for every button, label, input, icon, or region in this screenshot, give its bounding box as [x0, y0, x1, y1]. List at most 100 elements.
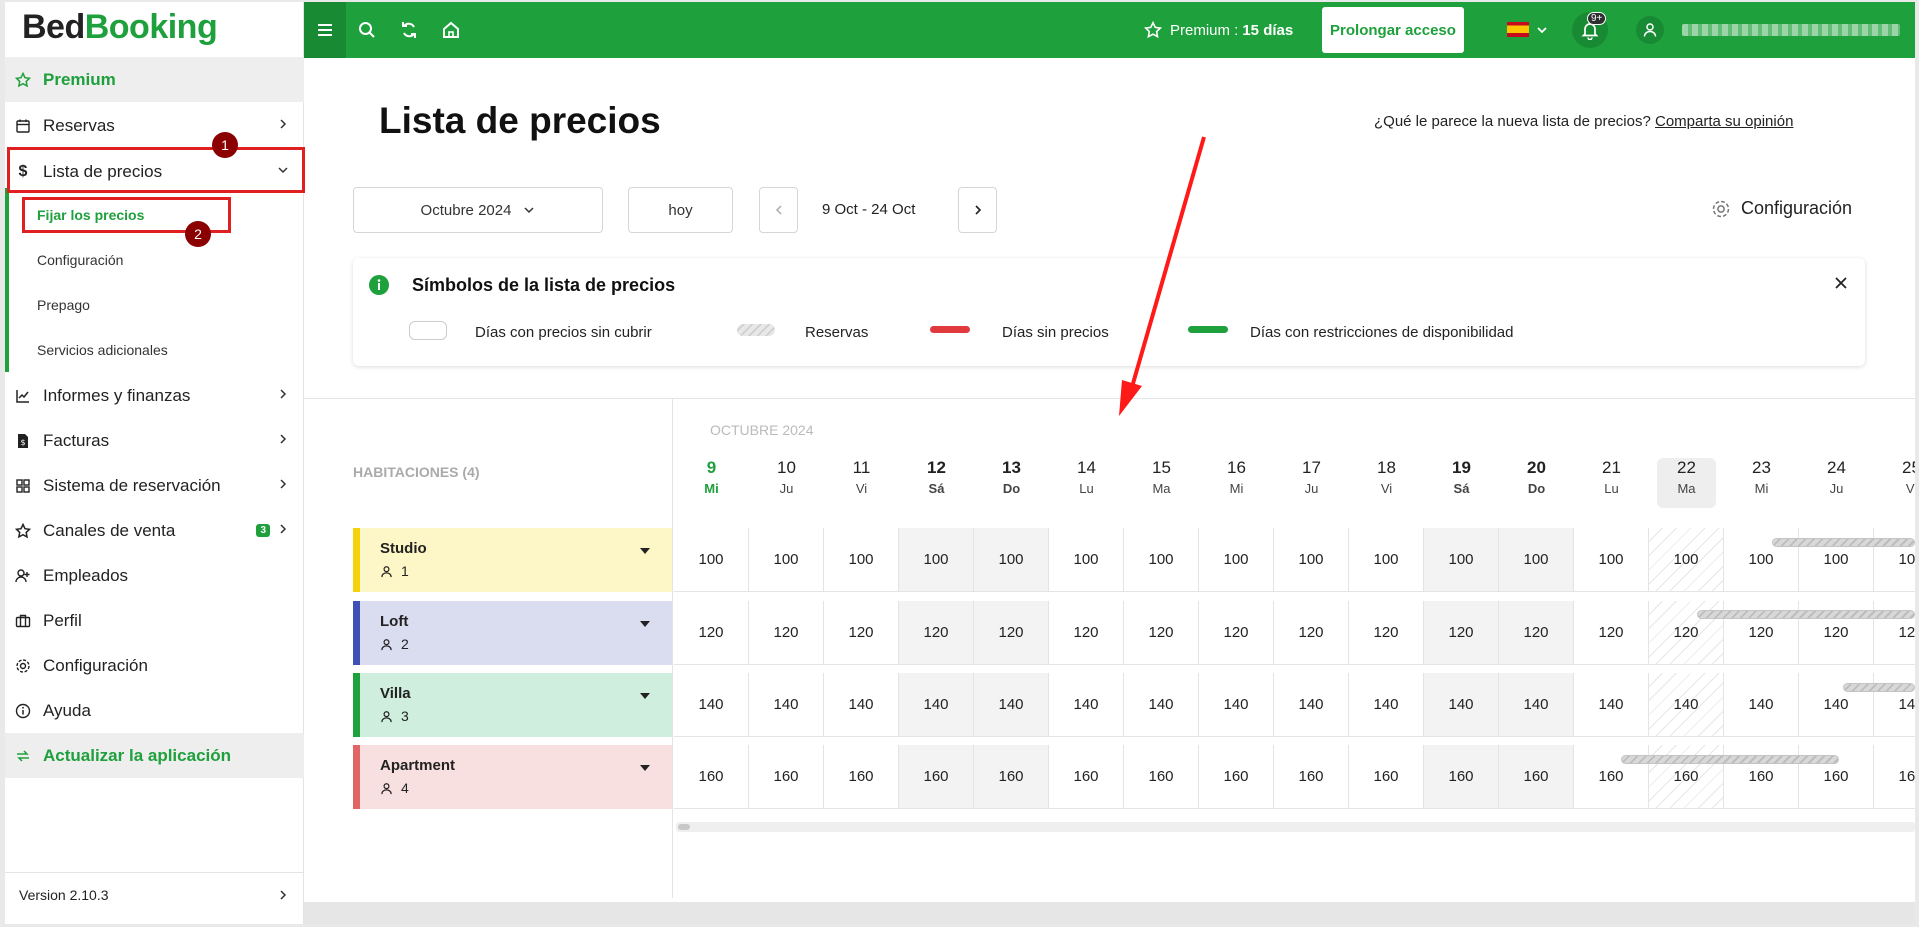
sidebar-subitem-prepago[interactable]: Prepago [37, 297, 90, 313]
price-cell[interactable]: 120 [674, 601, 749, 665]
price-cell[interactable]: 160 [674, 745, 749, 809]
price-cell[interactable]: 160 [1499, 745, 1574, 809]
day-column-header[interactable]: 23 Mi [1724, 458, 1799, 496]
price-cell[interactable]: 160 [1049, 745, 1124, 809]
prev-range-button[interactable] [759, 187, 798, 233]
user-name-blurred[interactable] [1682, 24, 1900, 36]
price-cell[interactable]: 100 [1349, 528, 1424, 592]
sidebar-item-sistema-reservacion[interactable]: Sistema de reservación [5, 463, 304, 508]
horizontal-scrollbar[interactable] [676, 822, 1915, 832]
avatar[interactable] [1636, 16, 1664, 44]
price-cell[interactable]: 140 [1649, 673, 1724, 737]
menu-button[interactable] [304, 2, 346, 58]
price-cell[interactable]: 160 [899, 745, 974, 809]
room-row-header[interactable]: Apartment 4 [353, 745, 672, 809]
price-cell[interactable]: 120 [1274, 601, 1349, 665]
day-column-header[interactable]: 22 Ma [1657, 458, 1716, 508]
price-cell[interactable]: 160 [749, 745, 824, 809]
day-column-header[interactable]: 13 Do [974, 458, 1049, 496]
month-select[interactable]: Octubre 2024 [353, 187, 603, 233]
price-cell[interactable]: 120 [1499, 601, 1574, 665]
price-cell[interactable]: 140 [1499, 673, 1574, 737]
home-button[interactable] [430, 2, 472, 58]
app-logo[interactable]: BedBooking [22, 8, 218, 47]
price-cell[interactable]: 120 [1574, 601, 1649, 665]
sidebar-item-informes[interactable]: Informes y finanzas [5, 373, 304, 418]
day-column-header[interactable]: 11 Vi [824, 458, 899, 496]
day-column-header[interactable]: 14 Lu [1049, 458, 1124, 496]
price-cell[interactable]: 100 [824, 528, 899, 592]
reservation-bar[interactable] [1697, 610, 1915, 619]
price-cell[interactable]: 160 [824, 745, 899, 809]
price-cell[interactable]: 140 [1199, 673, 1274, 737]
room-row-header[interactable]: Studio 1 [353, 528, 672, 592]
price-cell[interactable]: 100 [1049, 528, 1124, 592]
price-cell[interactable]: 160 [1274, 745, 1349, 809]
price-cell[interactable]: 100 [749, 528, 824, 592]
search-button[interactable] [346, 2, 388, 58]
price-cell[interactable]: 140 [974, 673, 1049, 737]
price-cell[interactable]: 160 [1874, 745, 1915, 809]
today-button[interactable]: hoy [628, 187, 733, 233]
price-cell[interactable]: 120 [1424, 601, 1499, 665]
day-column-header[interactable]: 17 Ju [1274, 458, 1349, 496]
price-cell[interactable]: 100 [974, 528, 1049, 592]
price-cell[interactable]: 160 [1349, 745, 1424, 809]
sidebar-item-configuracion[interactable]: Configuración [5, 643, 304, 688]
day-column-header[interactable]: 20 Do [1499, 458, 1574, 496]
price-cell[interactable]: 140 [1274, 673, 1349, 737]
configuration-link[interactable]: Configuración [1711, 198, 1852, 219]
dropdown-arrow-icon[interactable] [640, 693, 650, 699]
price-cell[interactable]: 160 [1424, 745, 1499, 809]
dropdown-arrow-icon[interactable] [640, 621, 650, 627]
price-cell[interactable]: 140 [1049, 673, 1124, 737]
sidebar-item-reservas[interactable]: Reservas [5, 103, 304, 148]
sidebar-item-perfil[interactable]: Perfil [5, 598, 304, 643]
price-cell[interactable]: 140 [1349, 673, 1424, 737]
price-cell[interactable]: 100 [674, 528, 749, 592]
extend-access-button[interactable]: Prolongar acceso [1322, 7, 1464, 53]
price-cell[interactable]: 140 [899, 673, 974, 737]
price-cell[interactable]: 160 [1124, 745, 1199, 809]
next-range-button[interactable] [958, 187, 997, 233]
price-cell[interactable]: 140 [674, 673, 749, 737]
price-cell[interactable]: 140 [824, 673, 899, 737]
sidebar-item-empleados[interactable]: Empleados [5, 553, 304, 598]
price-cell[interactable]: 100 [899, 528, 974, 592]
price-cell[interactable]: 120 [1199, 601, 1274, 665]
day-column-header[interactable]: 9 Mi [674, 458, 749, 496]
room-row-header[interactable]: Loft 2 [353, 601, 672, 665]
day-column-header[interactable]: 25 Vi [1874, 458, 1915, 496]
sidebar-subitem-configuracion[interactable]: Configuración [37, 252, 123, 268]
price-cell[interactable]: 100 [1649, 528, 1724, 592]
version-info[interactable]: Version 2.10.3 [5, 872, 304, 917]
feedback-link[interactable]: Comparta su opinión [1655, 113, 1793, 130]
sidebar-item-canales[interactable]: Canales de venta 3 [5, 508, 304, 553]
day-column-header[interactable]: 18 Vi [1349, 458, 1424, 496]
scrollbar-thumb[interactable] [678, 824, 690, 830]
price-cell[interactable]: 120 [824, 601, 899, 665]
day-column-header[interactable]: 12 Sá [899, 458, 974, 496]
price-cell[interactable]: 100 [1199, 528, 1274, 592]
reservation-bar[interactable] [1843, 683, 1915, 692]
chevron-down-icon[interactable] [1536, 24, 1548, 36]
sidebar-item-actualizar[interactable]: Actualizar la aplicación [5, 733, 304, 778]
day-column-header[interactable]: 16 Mi [1199, 458, 1274, 496]
price-cell[interactable]: 100 [1499, 528, 1574, 592]
price-cell[interactable]: 160 [974, 745, 1049, 809]
price-cell[interactable]: 120 [1049, 601, 1124, 665]
price-cell[interactable]: 120 [974, 601, 1049, 665]
close-icon[interactable] [1833, 275, 1849, 291]
sidebar-item-ayuda[interactable]: Ayuda [5, 688, 304, 733]
spain-flag-icon[interactable] [1507, 22, 1529, 37]
sidebar-item-facturas[interactable]: $ Facturas [5, 418, 304, 463]
price-cell[interactable]: 100 [1274, 528, 1349, 592]
price-cell[interactable]: 140 [749, 673, 824, 737]
price-cell[interactable]: 120 [899, 601, 974, 665]
day-column-header[interactable]: 19 Sá [1424, 458, 1499, 496]
reservation-bar[interactable] [1621, 755, 1839, 764]
price-cell[interactable]: 140 [1124, 673, 1199, 737]
price-cell[interactable]: 100 [1124, 528, 1199, 592]
price-cell[interactable]: 140 [1424, 673, 1499, 737]
sidebar-item-premium[interactable]: Premium [5, 57, 304, 102]
